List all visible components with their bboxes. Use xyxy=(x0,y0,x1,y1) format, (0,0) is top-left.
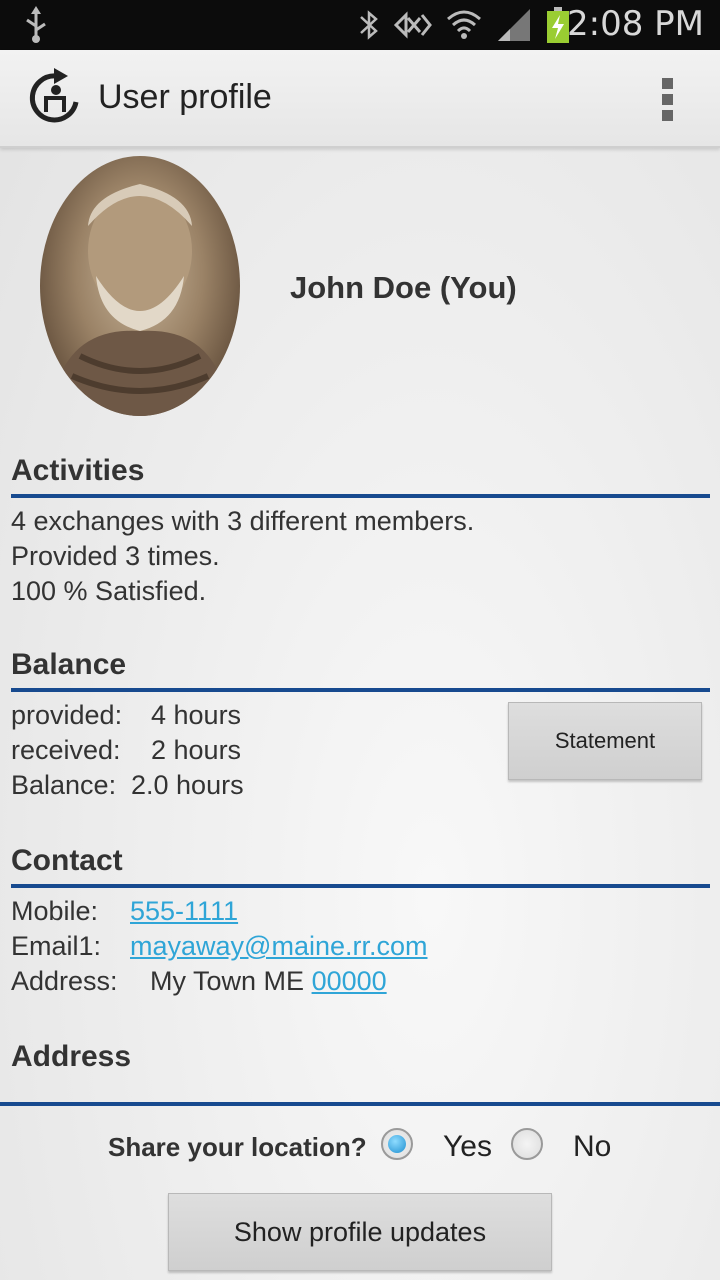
activity-line: Provided 3 times. xyxy=(11,541,220,571)
activity-line: 100 % Satisfied. xyxy=(11,576,207,606)
share-location-label: Share your location? xyxy=(108,1132,367,1162)
email-link[interactable]: mayaway@maine.rr.com xyxy=(130,931,428,961)
avatar xyxy=(40,156,240,416)
balance-label: provided: xyxy=(11,700,123,730)
contact-row-address: Address: My Town ME 00000 xyxy=(11,966,387,997)
zip-link[interactable]: 00000 xyxy=(312,966,387,996)
activities-heading: Activities xyxy=(11,454,710,498)
address-heading: Address xyxy=(11,1040,132,1073)
share-yes-label[interactable]: Yes xyxy=(443,1130,492,1164)
share-no-label[interactable]: No xyxy=(573,1130,611,1164)
contact-label: Email1: xyxy=(11,931,102,961)
clock: 2:08 PM xyxy=(567,4,704,44)
nfc-icon xyxy=(393,10,432,45)
balance-heading: Balance xyxy=(11,648,710,692)
balance-value: 2 hours xyxy=(151,735,242,765)
activity-line: 4 exchanges with 3 different members. xyxy=(11,506,475,536)
contact-row-mobile: Mobile: 555-1111 xyxy=(11,896,238,927)
signal-icon xyxy=(496,7,532,48)
contact-label: Address: xyxy=(11,966,118,996)
contact-row-email: Email1: mayaway@maine.rr.com xyxy=(11,931,428,962)
show-profile-updates-button[interactable]: Show profile updates xyxy=(168,1193,552,1271)
status-bar: 2:08 PM xyxy=(0,0,720,50)
contact-label: Mobile: xyxy=(11,896,99,926)
divider xyxy=(0,1102,720,1106)
address-text: My Town ME xyxy=(150,966,305,996)
share-yes-radio[interactable] xyxy=(381,1128,413,1160)
bluetooth-icon xyxy=(358,7,380,48)
page-title: User profile xyxy=(98,78,272,116)
balance-label: received: xyxy=(11,735,121,765)
app-logo-icon[interactable] xyxy=(26,68,84,133)
action-bar: User profile xyxy=(0,50,720,148)
share-no-radio[interactable] xyxy=(511,1128,543,1160)
wifi-icon xyxy=(446,7,482,48)
balance-row-received: received: 2 hours xyxy=(11,735,241,766)
profile-name: John Doe (You) xyxy=(290,270,517,305)
balance-label: Balance: xyxy=(11,770,117,800)
balance-row-total: Balance: 2.0 hours xyxy=(11,770,244,801)
overflow-menu-icon[interactable] xyxy=(662,78,676,122)
balance-value: 4 hours xyxy=(151,700,242,730)
mobile-link[interactable]: 555-1111 xyxy=(130,896,238,926)
balance-value: 2.0 hours xyxy=(131,770,244,800)
contact-heading: Contact xyxy=(11,844,710,888)
statement-button[interactable]: Statement xyxy=(508,702,702,780)
balance-row-provided: provided: 4 hours xyxy=(11,700,241,731)
usb-icon xyxy=(22,6,50,49)
